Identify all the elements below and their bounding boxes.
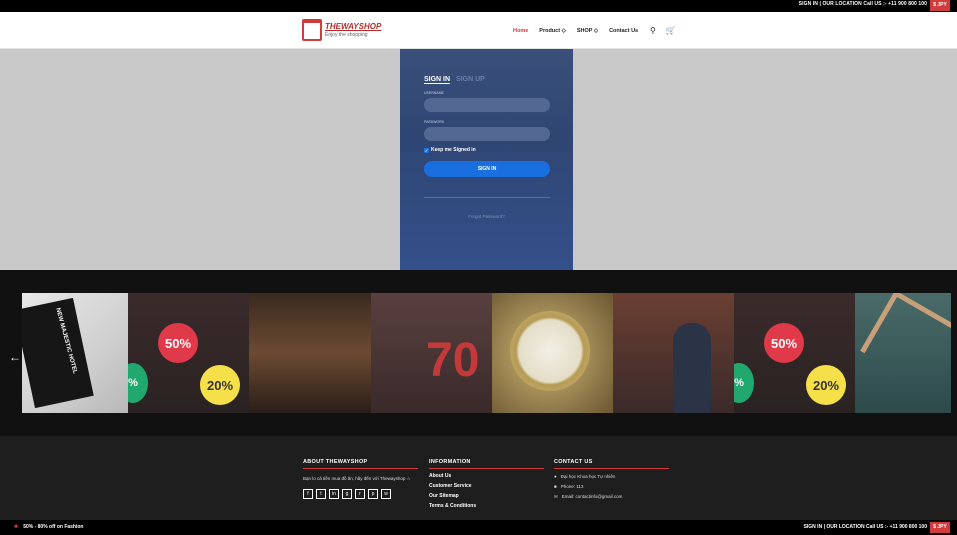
bottom-currency-selector[interactable]: $ JPY xyxy=(930,522,950,533)
gallery-tile[interactable]: NEW MAJESTIC HOTEL xyxy=(22,293,128,413)
gallery-tile[interactable] xyxy=(855,293,951,413)
footer-contact: CONTACT US ● Đại học Khoa học Tự nhiên ■… xyxy=(554,459,669,500)
arrow-left-icon[interactable]: ← xyxy=(9,350,21,364)
brand-slogan: Enjoy the shopping xyxy=(325,32,368,38)
checkbox-checked-icon[interactable]: ✓ xyxy=(424,147,429,153)
footer-link-about[interactable]: About Us xyxy=(429,473,544,479)
footer-information: INFORMATION About Us Customer Service Ou… xyxy=(429,459,544,509)
gallery-strip: NEW MAJESTIC HOTEL % 50% 20% 70 % 50% 20… xyxy=(22,293,951,413)
divider xyxy=(424,197,550,198)
search-icon[interactable]: ⚲ xyxy=(650,26,656,35)
navbar: THEWAYSHOP Enjoy the shopping Home Produ… xyxy=(0,12,957,49)
instagram-gallery: NEW MAJESTIC HOTEL % 50% 20% 70 % 50% 20… xyxy=(0,270,957,436)
discount-badge: 50% xyxy=(158,323,198,363)
sale-number: 70 xyxy=(426,334,480,387)
top-bar: SIGN IN | OUR LOCATION Call US :- +11 90… xyxy=(0,0,957,12)
keep-signed-in[interactable]: ✓ Keep me Signed in xyxy=(424,147,476,153)
footer-info-title: INFORMATION xyxy=(429,459,544,469)
gallery-tile[interactable] xyxy=(249,293,371,413)
bottom-links[interactable]: SIGN IN | OUR LOCATION Call US :- +11 90… xyxy=(804,524,927,530)
login-tabs: SIGN IN SIGN UP xyxy=(424,76,485,84)
nav-icons: ⚲ 🛒 xyxy=(650,26,676,35)
menu-item-product[interactable]: Product ◇ xyxy=(539,28,566,34)
contact-email: ✉ Email: contactinfo@gmail.com xyxy=(554,494,669,500)
cart-icon[interactable]: 🛒 xyxy=(666,26,676,35)
contact-phone: ■ Phone: 113 xyxy=(554,484,669,489)
currency-selector[interactable]: $ JPY xyxy=(930,0,950,11)
footer-contact-title: CONTACT US xyxy=(554,459,669,469)
social-links: f t in g r p w xyxy=(303,489,418,499)
twitter-icon[interactable]: t xyxy=(316,489,326,499)
gallery-tile[interactable] xyxy=(613,293,734,413)
footer-about-text: Bạn lo cả tiền mua đồ ăn, hãy đến với Th… xyxy=(303,476,411,481)
main-menu: Home Product ◇ SHOP ◇ Contact Us xyxy=(513,28,638,34)
whatsapp-icon[interactable]: w xyxy=(381,489,391,499)
footer: ABOUT THEWAYSHOP Bạn lo cả tiền mua đồ ă… xyxy=(0,436,957,520)
google-icon[interactable]: g xyxy=(342,489,352,499)
menu-item-home[interactable]: Home xyxy=(513,28,528,34)
tab-sign-up[interactable]: SIGN UP xyxy=(456,76,485,83)
watch-image xyxy=(510,311,590,391)
gallery-tile[interactable] xyxy=(492,293,613,413)
linkedin-icon[interactable]: in xyxy=(329,489,339,499)
brand-name: THEWAYSHOP xyxy=(325,22,382,31)
footer-link-terms[interactable]: Terms & Conditions xyxy=(429,503,544,509)
keep-signed-in-label: Keep me Signed in xyxy=(431,147,476,153)
contact-address: ● Đại học Khoa học Tự nhiên xyxy=(554,474,669,479)
discount-badge: 20% xyxy=(200,365,240,405)
footer-about-title: ABOUT THEWAYSHOP xyxy=(303,459,418,469)
mail-icon: ✉ xyxy=(554,494,558,499)
location-pin-icon: ● xyxy=(554,474,557,479)
gallery-tile[interactable]: % 50% 20% xyxy=(128,293,249,413)
discount-badge: % xyxy=(128,363,148,403)
contact-address-text: Đại học Khoa học Tự nhiên xyxy=(560,474,616,479)
username-label: USERNAME xyxy=(424,91,444,95)
username-input[interactable] xyxy=(424,98,550,112)
shopping-bag-icon xyxy=(302,19,322,41)
promo-ticker: ❋ 50% - 80% off on Fashion xyxy=(14,524,84,530)
site-logo[interactable]: THEWAYSHOP Enjoy the shopping xyxy=(302,19,381,43)
bottom-bar: ❋ 50% - 80% off on Fashion SIGN IN | OUR… xyxy=(0,520,957,535)
discount-badge: 20% xyxy=(806,365,846,405)
footer-link-service[interactable]: Customer Service xyxy=(429,483,544,489)
sign-in-button[interactable]: SIGN IN xyxy=(424,161,550,177)
hangers-image xyxy=(860,293,951,386)
contact-email-text[interactable]: Email: contactinfo@gmail.com xyxy=(562,494,623,500)
phone-icon: ■ xyxy=(554,484,557,489)
menu-item-contact[interactable]: Contact Us xyxy=(609,28,638,34)
mannequin-image xyxy=(673,323,711,413)
forgot-password-link[interactable]: Forgot Password? xyxy=(400,214,573,219)
top-links[interactable]: SIGN IN | OUR LOCATION Call US :- +11 90… xyxy=(799,1,927,7)
login-panel: SIGN IN SIGN UP USERNAME PASSWORD ✓ Keep… xyxy=(400,49,573,270)
footer-about: ABOUT THEWAYSHOP Bạn lo cả tiền mua đồ ă… xyxy=(303,459,418,499)
promo-text: 50% - 80% off on Fashion xyxy=(23,524,84,530)
gallery-tile[interactable]: 70 xyxy=(371,293,492,413)
discount-badge: % xyxy=(734,363,754,403)
password-input[interactable] xyxy=(424,127,550,141)
facebook-icon[interactable]: f xyxy=(303,489,313,499)
pinterest-icon[interactable]: p xyxy=(368,489,378,499)
footer-link-sitemap[interactable]: Our Sitemap xyxy=(429,493,544,499)
tab-sign-in[interactable]: SIGN IN xyxy=(424,76,451,84)
contact-phone-text: Phone: 113 xyxy=(560,484,584,489)
password-label: PASSWORD xyxy=(424,120,445,124)
gallery-tile[interactable]: % 50% 20% xyxy=(734,293,855,413)
flame-icon: ❋ xyxy=(14,524,19,530)
discount-badge: 50% xyxy=(764,323,804,363)
rss-icon[interactable]: r xyxy=(355,489,365,499)
menu-item-shop[interactable]: SHOP ◇ xyxy=(577,28,598,34)
